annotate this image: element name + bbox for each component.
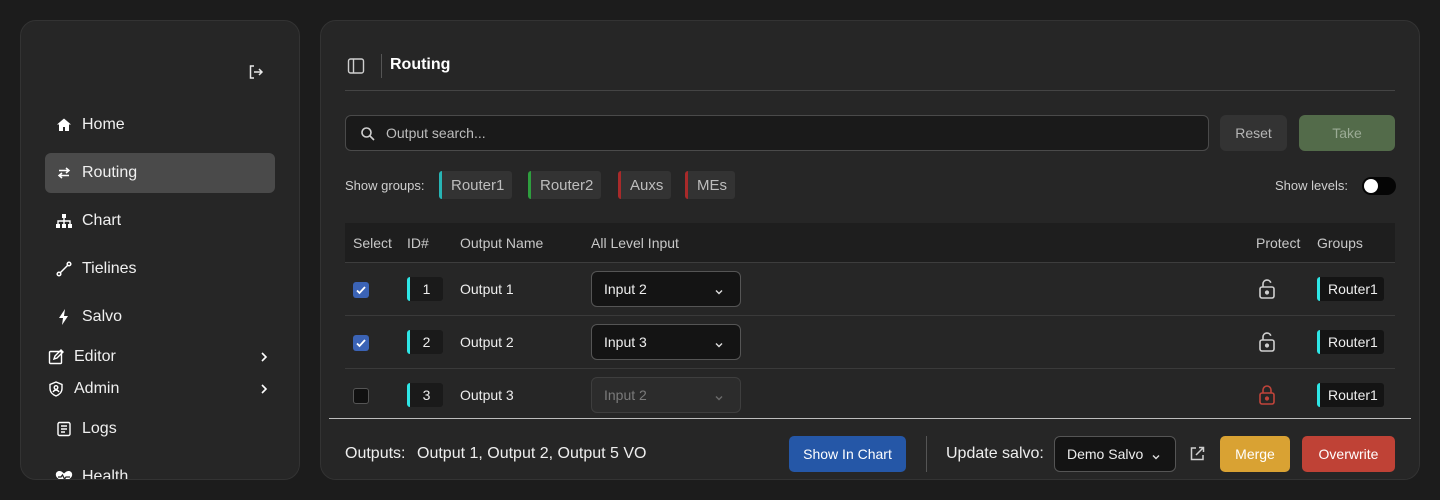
shield-user-icon xyxy=(47,380,65,398)
group-chip-auxs[interactable]: Auxs xyxy=(618,171,672,199)
sidebar-item-label: Health xyxy=(82,468,129,480)
output-id: 3 xyxy=(407,383,443,407)
chevron-down-icon xyxy=(1151,449,1161,460)
output-search[interactable] xyxy=(345,115,1209,151)
group-badge: Router1 xyxy=(1317,383,1384,407)
output-name: Output 2 xyxy=(460,334,514,350)
sidebar-item-salvo[interactable]: Salvo xyxy=(45,297,275,337)
overwrite-button[interactable]: Overwrite xyxy=(1302,436,1395,472)
sidebar-toggle-icon[interactable] xyxy=(347,57,365,75)
outputs-label: Outputs: xyxy=(345,445,406,462)
take-button[interactable]: Take xyxy=(1299,115,1395,151)
sidebar-item-tielines[interactable]: Tielines xyxy=(45,249,275,289)
table-row: 2 Output 2 Input 3 Router1 xyxy=(345,316,1395,369)
page-header: Routing xyxy=(345,45,1395,91)
edit-square-icon xyxy=(47,348,65,366)
sidebar-item-label: Admin xyxy=(74,380,120,397)
all-level-input-select[interactable]: Input 3 xyxy=(591,324,741,360)
sidebar-item-chart[interactable]: Chart xyxy=(45,201,275,241)
column-header-all-level-input: All Level Input xyxy=(591,235,679,251)
salvo-select[interactable]: Demo Salvo xyxy=(1054,436,1176,472)
toggle-knob xyxy=(1364,179,1378,193)
sidebar-item-home[interactable]: Home xyxy=(45,105,275,145)
heart-pulse-icon xyxy=(55,468,73,479)
logout-icon[interactable] xyxy=(247,63,265,81)
chevron-down-icon xyxy=(714,337,724,348)
row-select-checkbox[interactable] xyxy=(353,282,369,298)
group-badge: Router1 xyxy=(1317,330,1384,354)
external-link-icon[interactable] xyxy=(1188,445,1206,463)
table-header: Select ID# Output Name All Level Input P… xyxy=(345,223,1395,263)
unlock-icon[interactable] xyxy=(1257,331,1277,353)
column-header-select: Select xyxy=(353,235,392,251)
sidebar-item-routing[interactable]: Routing xyxy=(45,153,275,193)
select-value: Input 2 xyxy=(604,281,647,297)
update-salvo-label: Update salvo: xyxy=(946,445,1044,462)
sidebar-item-label: Logs xyxy=(82,420,117,437)
sidebar-item-logs[interactable]: Logs xyxy=(45,409,275,449)
swap-arrows-icon xyxy=(55,164,73,182)
all-level-input-select[interactable]: Input 2 xyxy=(591,271,741,307)
output-id: 2 xyxy=(407,330,443,354)
show-levels-toggle[interactable] xyxy=(1362,177,1396,195)
show-groups-label: Show groups: xyxy=(345,178,425,193)
chevron-down-icon xyxy=(714,390,724,401)
chevron-down-icon xyxy=(714,284,724,295)
sidebar-item-label: Tielines xyxy=(82,260,137,277)
column-header-protect: Protect xyxy=(1256,235,1301,251)
search-input[interactable] xyxy=(386,116,1186,150)
sidebar: Home Routing Chart Tielines Salvo Editor… xyxy=(20,20,300,480)
sidebar-item-admin[interactable]: Admin xyxy=(45,375,275,403)
selected-outputs: Output 1, Output 2, Output 5 VO xyxy=(417,445,647,462)
sidebar-item-label: Salvo xyxy=(82,308,123,325)
sitemap-icon xyxy=(55,212,73,230)
table-row: 1 Output 1 Input 2 Router1 xyxy=(345,263,1395,316)
reset-button[interactable]: Reset xyxy=(1220,115,1287,151)
output-name: Output 1 xyxy=(460,281,514,297)
group-chip-router1[interactable]: Router1 xyxy=(439,171,513,199)
show-in-chart-button[interactable]: Show In Chart xyxy=(789,436,906,472)
chevron-right-icon xyxy=(257,350,271,364)
lock-icon[interactable] xyxy=(1257,384,1277,406)
merge-button[interactable]: Merge xyxy=(1220,436,1290,472)
row-select-checkbox[interactable] xyxy=(353,335,369,351)
sidebar-item-label: Routing xyxy=(82,164,138,181)
tieline-icon xyxy=(55,260,73,278)
select-value: Input 3 xyxy=(604,334,647,350)
sidebar-item-editor[interactable]: Editor xyxy=(45,343,275,371)
group-chip-router2[interactable]: Router2 xyxy=(528,171,602,199)
column-header-id: ID# xyxy=(407,235,429,251)
table-row: 3 Output 3 Input 2 Router1 xyxy=(345,369,1395,422)
selection-footer: Outputs: Output 1, Output 2, Output 5 VO… xyxy=(329,418,1411,479)
group-chip-mes[interactable]: MEs xyxy=(685,171,735,199)
footer-divider xyxy=(926,436,927,472)
all-level-input-select[interactable]: Input 2 xyxy=(591,377,741,413)
sidebar-item-health[interactable]: Health xyxy=(45,457,275,480)
select-value: Demo Salvo xyxy=(1067,446,1144,462)
lightning-icon xyxy=(55,308,73,326)
page-title: Routing xyxy=(390,56,451,73)
output-id: 1 xyxy=(407,277,443,301)
unlock-icon[interactable] xyxy=(1257,278,1277,300)
chevron-right-icon xyxy=(257,382,271,396)
select-value: Input 2 xyxy=(604,387,647,403)
header-divider xyxy=(381,54,382,78)
document-icon xyxy=(55,420,73,438)
output-name: Output 3 xyxy=(460,387,514,403)
main-panel: Routing Reset Take Show groups: Router1 … xyxy=(320,20,1420,480)
sidebar-item-label: Home xyxy=(82,116,125,133)
row-select-checkbox[interactable] xyxy=(353,388,369,404)
search-icon xyxy=(360,126,376,142)
show-levels-label: Show levels: xyxy=(1275,178,1348,193)
sidebar-item-label: Chart xyxy=(82,212,122,229)
column-header-groups: Groups xyxy=(1317,235,1363,251)
column-header-output-name: Output Name xyxy=(460,235,544,251)
routing-table: Select ID# Output Name All Level Input P… xyxy=(345,223,1395,422)
home-icon xyxy=(55,116,73,134)
group-badge: Router1 xyxy=(1317,277,1384,301)
sidebar-item-label: Editor xyxy=(74,348,116,365)
